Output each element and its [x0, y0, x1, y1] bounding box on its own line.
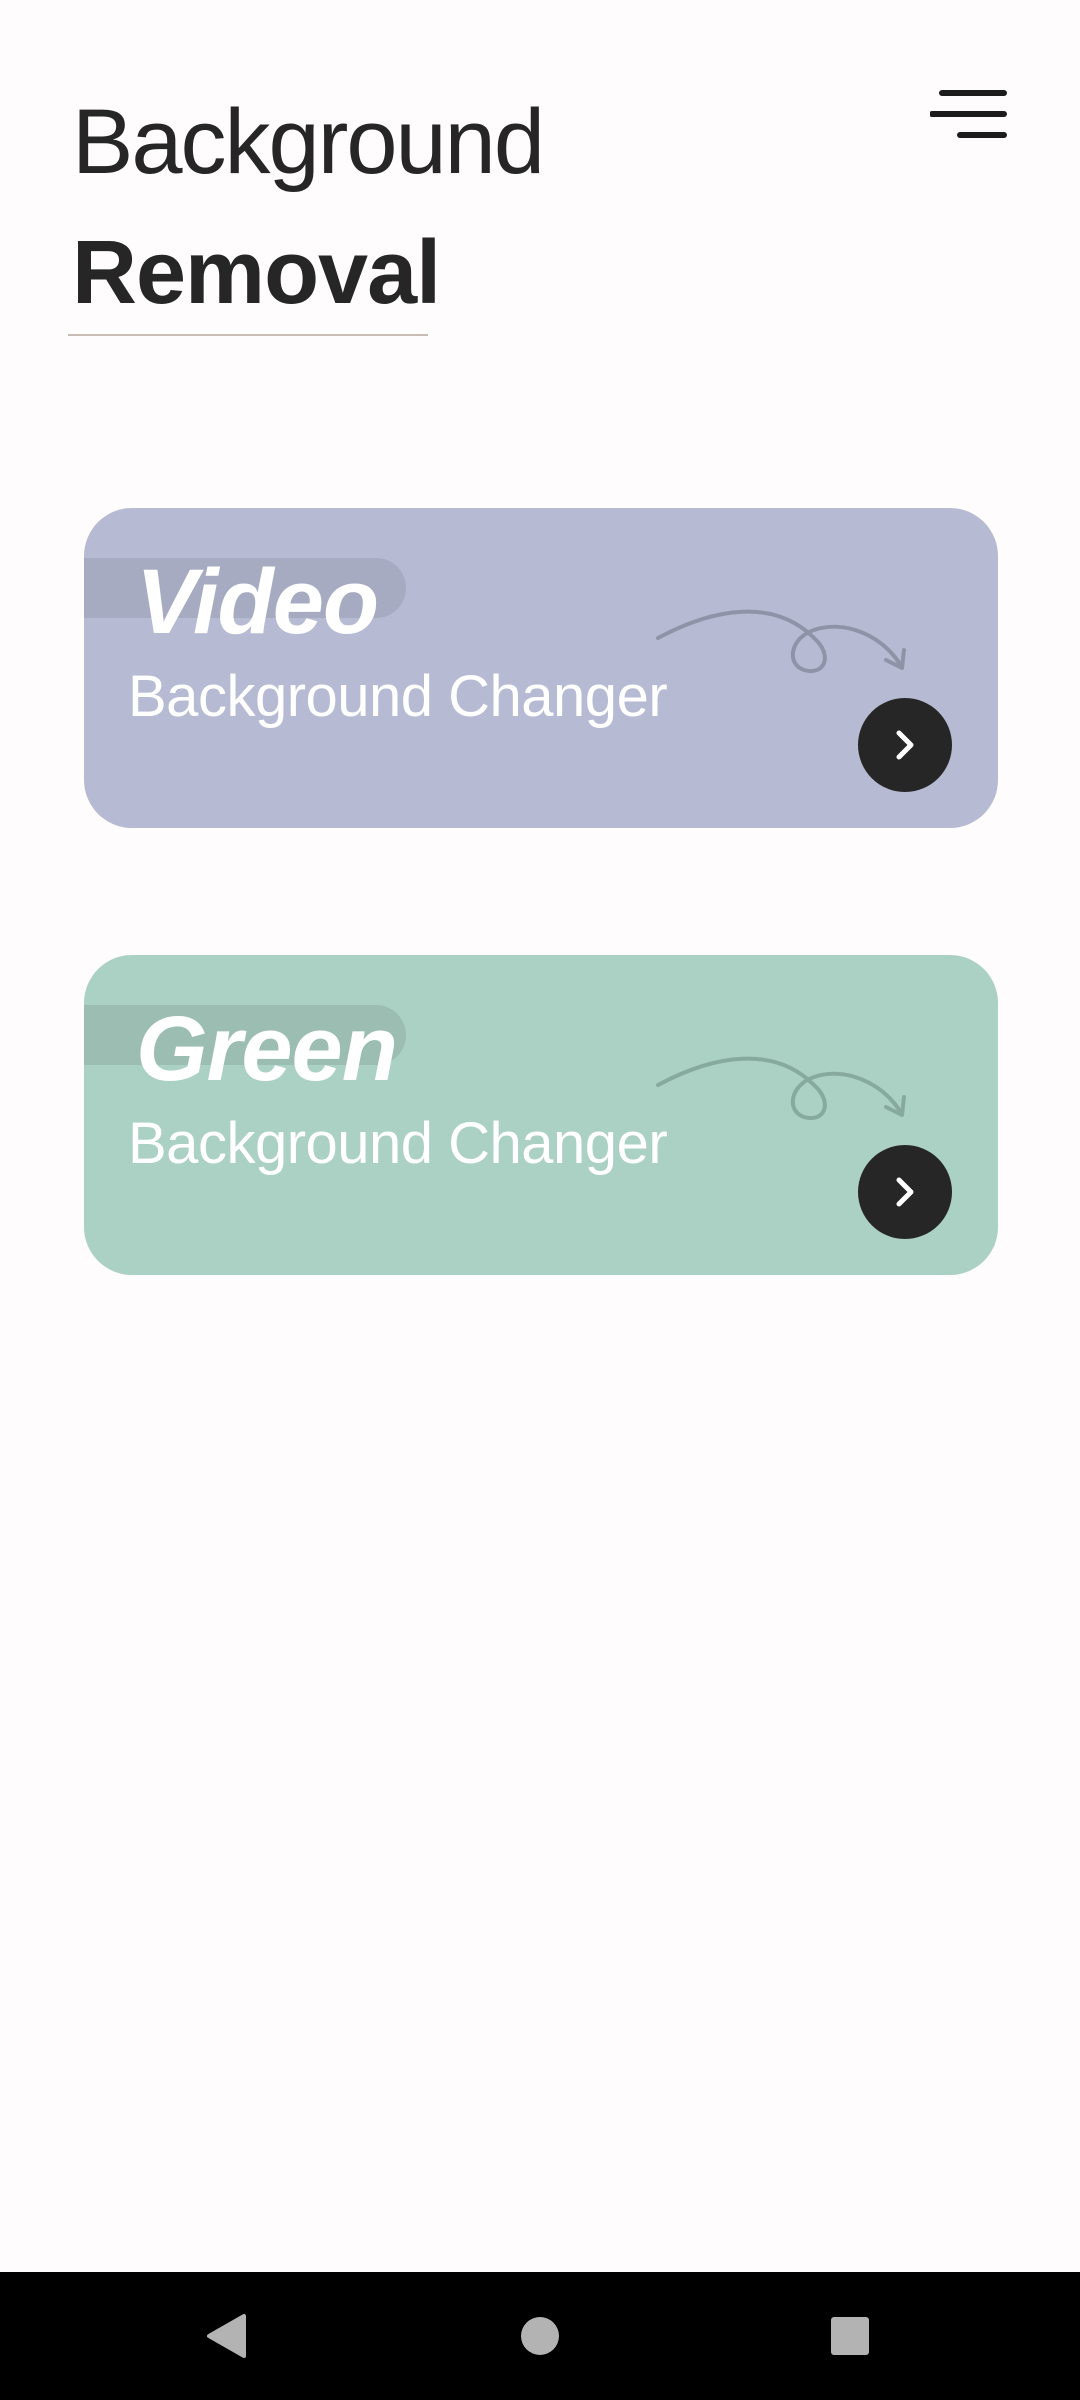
card-subtitle: Background Changer [128, 1111, 668, 1176]
recents-square-icon [831, 2317, 869, 2355]
open-video-changer-button[interactable] [858, 698, 952, 792]
nav-home-button[interactable] [508, 2304, 572, 2368]
back-triangle-icon [207, 2314, 246, 2358]
page-title-line1: Background [72, 91, 545, 193]
card-subtitle: Background Changer [128, 664, 668, 729]
chevron-right-icon [896, 1177, 914, 1207]
card-title: Video [136, 551, 379, 653]
video-background-changer-card[interactable]: Video Background Changer [84, 508, 998, 828]
nav-recents-button[interactable] [818, 2304, 882, 2368]
nav-back-button[interactable] [194, 2304, 258, 2368]
home-circle-icon [521, 2317, 559, 2355]
menu-icon [929, 90, 1007, 138]
swirl-arrow-icon [656, 609, 906, 674]
green-background-changer-card[interactable]: Green Background Changer [84, 955, 998, 1275]
open-green-changer-button[interactable] [858, 1145, 952, 1239]
menu-button[interactable] [929, 84, 1010, 150]
system-navigation-bar [0, 2272, 1080, 2400]
chevron-right-icon [896, 730, 914, 760]
page-title-line2: Removal [72, 223, 441, 323]
title-underline [68, 334, 428, 336]
card-title: Green [136, 998, 398, 1100]
swirl-arrow-icon [656, 1056, 906, 1121]
